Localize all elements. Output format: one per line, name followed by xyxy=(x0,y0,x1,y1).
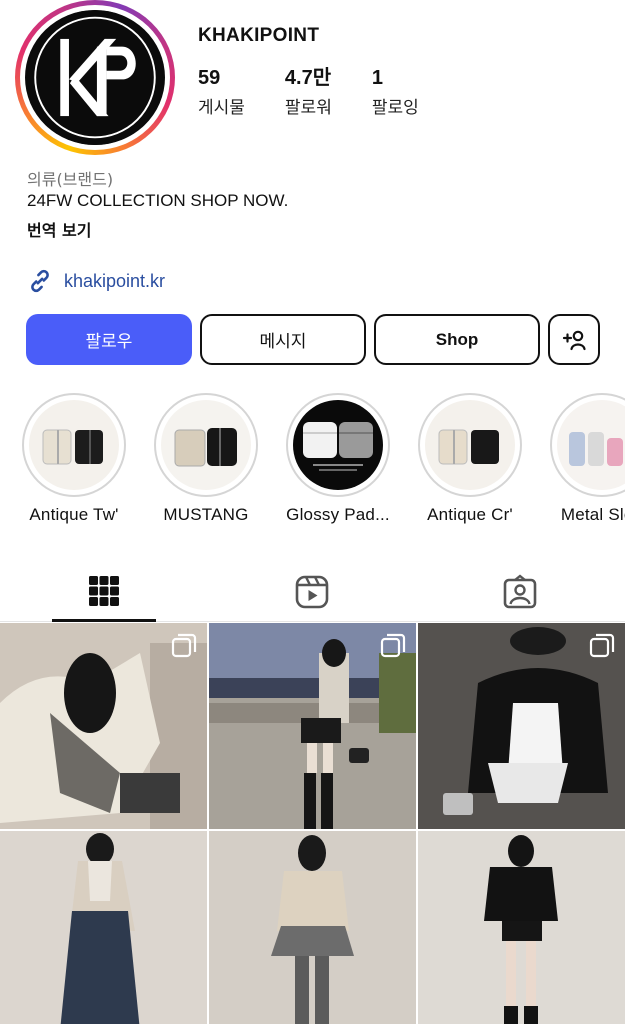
avatar-frame xyxy=(20,5,170,150)
post-photo xyxy=(0,831,207,1024)
posts-grid xyxy=(0,623,625,1024)
highlight-label: Antique Tw' xyxy=(29,505,119,524)
stat-followers-label: 팔로워 xyxy=(284,98,332,118)
profile-avatar-story-ring[interactable] xyxy=(15,0,175,155)
tab-reels[interactable] xyxy=(260,562,364,622)
shop-button[interactable]: Shop xyxy=(374,314,540,365)
post-thumbnail[interactable] xyxy=(209,831,416,1024)
highlight-label: Glossy Pad... xyxy=(286,505,390,524)
multiple-photos-icon xyxy=(380,633,406,658)
multiple-photos-icon xyxy=(171,633,197,658)
highlight-cover xyxy=(286,393,390,497)
profile-username: KHAKIPOINT xyxy=(198,25,320,46)
highlight-item[interactable]: Glossy Pad... xyxy=(272,393,404,525)
add-person-icon xyxy=(562,330,586,350)
highlight-label: Metal Slee xyxy=(560,505,625,524)
highlight-cover xyxy=(154,393,258,497)
bio-category: 의류(브랜드) xyxy=(27,170,114,189)
reels-icon xyxy=(295,575,329,609)
stat-following-count: 1 xyxy=(371,67,383,89)
message-button[interactable]: 메시지 xyxy=(200,314,366,365)
stat-posts[interactable]: 59 게시물 xyxy=(198,66,245,118)
stat-posts-label: 게시물 xyxy=(198,98,245,118)
follow-button[interactable]: 팔로우 xyxy=(26,314,192,365)
highlight-item[interactable]: MUSTANG xyxy=(140,393,272,525)
post-thumbnail[interactable] xyxy=(418,623,625,829)
tab-tagged[interactable] xyxy=(468,562,572,622)
highlight-cover xyxy=(550,393,625,497)
tab-posts-grid[interactable] xyxy=(52,562,156,622)
grid-icon xyxy=(89,575,119,606)
suggest-people-button[interactable] xyxy=(548,314,600,365)
post-photo xyxy=(418,831,625,1024)
stat-posts-count: 59 xyxy=(198,67,221,89)
link-icon xyxy=(31,269,49,293)
profile-tabs xyxy=(0,562,625,622)
highlight-item[interactable]: Antique Cr' xyxy=(404,393,536,525)
avatar xyxy=(25,10,165,145)
tagged-person-icon xyxy=(503,574,537,609)
post-thumbnail[interactable] xyxy=(0,623,207,829)
stat-followers-count: 4.7만 xyxy=(284,67,332,89)
post-thumbnail[interactable] xyxy=(209,623,416,829)
highlight-item[interactable]: Antique Tw' xyxy=(8,393,140,525)
profile-link-text: khakipoint.kr xyxy=(64,270,166,291)
post-thumbnail[interactable] xyxy=(0,831,207,1024)
bio-text: 24FW COLLECTION SHOP NOW. xyxy=(27,191,289,210)
story-highlights: Antique Tw' MUSTANG Glossy Pad... Antiqu… xyxy=(0,393,625,533)
profile-link[interactable]: khakipoint.kr xyxy=(27,268,165,294)
profile-stats: 59 게시물 4.7만 팔로워 1 팔로잉 xyxy=(198,66,459,118)
highlight-cover xyxy=(418,393,522,497)
stat-following-label: 팔로잉 xyxy=(371,98,419,118)
stat-following[interactable]: 1 팔로잉 xyxy=(372,66,419,118)
see-translation-link[interactable]: 번역 보기 xyxy=(27,217,91,241)
highlight-item[interactable]: Metal Slee xyxy=(536,393,625,525)
highlight-label: Antique Cr' xyxy=(427,505,513,524)
multiple-photos-icon xyxy=(589,633,615,658)
post-photo xyxy=(209,831,416,1024)
post-thumbnail[interactable] xyxy=(418,831,625,1024)
stat-followers[interactable]: 4.7만 팔로워 xyxy=(285,66,332,118)
highlight-cover xyxy=(22,393,126,497)
kp-logo xyxy=(27,10,163,145)
highlight-label: MUSTANG xyxy=(163,505,249,524)
